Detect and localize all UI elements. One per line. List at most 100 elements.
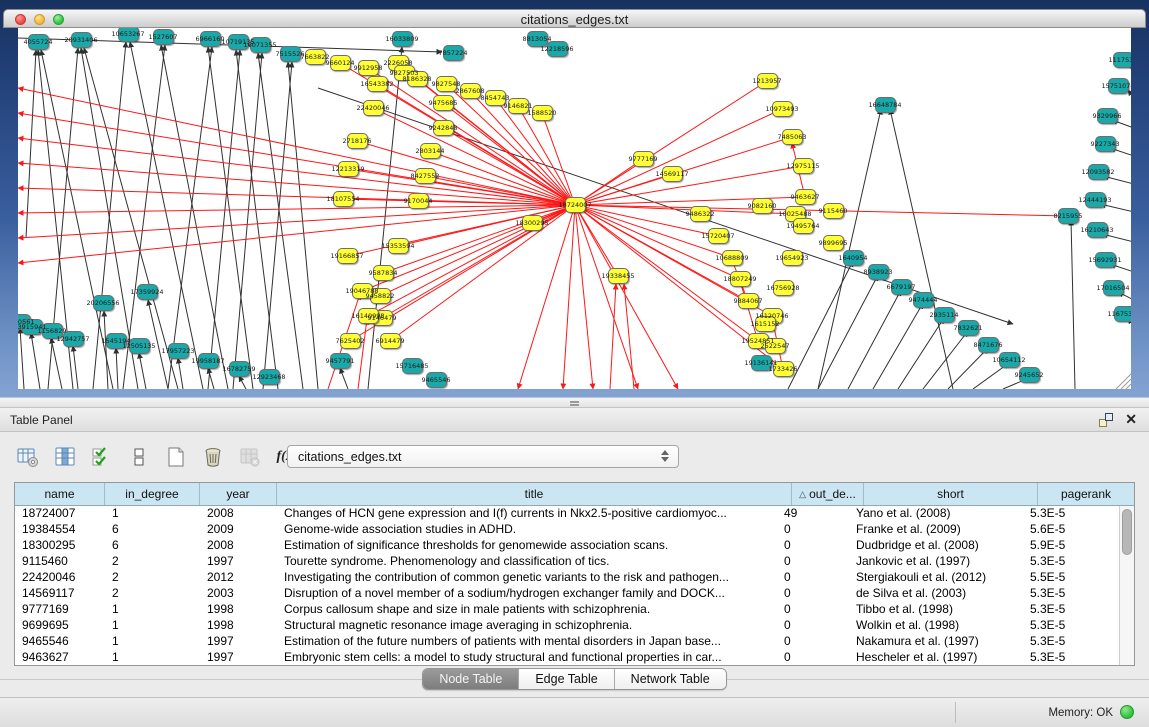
column-header-short[interactable]: short [864,483,1038,505]
table-cell: Dudbridge et al. (2008) [849,538,1023,554]
column-header-pagerank[interactable]: pagerank [1038,483,1134,505]
table-cell: 0 [777,634,849,650]
graph-edge [377,84,575,205]
table-cell: 5.3E-5 [1023,554,1119,570]
table-row[interactable]: 977716911998Corpus callosum shape and si… [15,602,1119,618]
column-visibility-icon[interactable] [53,445,77,469]
scrollbar-thumb[interactable] [1122,509,1132,555]
graph-node-label: 14569117 [655,170,688,178]
graph-node-label: 9912958 [354,64,383,72]
network-canvas[interactable]: 4055724209314061065326715276076966160107… [18,28,1131,389]
table-cell: Embryonic stem cells: a model to study s… [277,650,777,665]
table-cell: 5.6E-5 [1023,522,1119,538]
column-header-in_degree[interactable]: in_degree [105,483,200,505]
graph-node-label: 12444193 [1078,196,1111,204]
table-row[interactable]: 946554611997Estimation of the future num… [15,634,1119,650]
table-cell: 1997 [200,634,277,650]
graph-node-label: 6914479 [376,337,405,345]
graph-node-label: 18724007 [558,201,591,209]
table-row[interactable]: 1830029562008Estimation of significance … [15,538,1119,554]
table-cell: 49 [777,506,849,522]
network-window-titlebar[interactable]: citations_edges.txt [3,9,1146,28]
table-row[interactable]: 911546021997Tourette syndrome. Phenomeno… [15,554,1119,570]
graph-edge [73,346,78,389]
table-row[interactable]: 946362711997Embryonic stem cells: a mode… [15,650,1119,665]
table-cell: 1 [105,634,200,650]
graph-edge [340,368,348,389]
table-cell: Yano et al. (2008) [849,506,1023,522]
graph-node-label: 15751074 [1101,82,1131,90]
tab-network-table[interactable]: Network Table [615,669,726,689]
graph-node-label: 16071355 [243,41,276,49]
table-row[interactable]: 1938455462009Genome-wide association stu… [15,522,1119,538]
graph-node-label: 9475685 [429,99,458,107]
table-cell: 0 [777,650,849,665]
table-cell: 2 [105,554,200,570]
network-desktop: citations_edges.txt 40557242093140610653… [0,0,1149,397]
graph-edge [898,318,944,389]
table-cell: Nakamura et al. (1997) [849,634,1023,650]
graph-node-label: 16120746 [755,312,788,320]
graph-node-label: 22420046 [356,104,389,112]
tab-edge-table[interactable]: Edge Table [519,669,614,689]
graph-node-label: 12218596 [540,45,573,53]
graph-node-label: 12942757 [56,335,89,343]
table-selector-value: citations_edges.txt [298,450,402,464]
graph-node-label: 15353594 [381,242,414,250]
memory-ok-indicator-icon[interactable] [1120,705,1134,719]
float-panel-icon[interactable] [1099,413,1113,427]
table-header-row: namein_degreeyeartitle△out_de...shortpag… [15,483,1134,506]
graph-node-label: 9170044 [404,197,433,205]
tab-node-table[interactable]: Node Table [423,669,519,689]
table-cell: 5.3E-5 [1023,650,1119,665]
graph-node-label: 16756928 [766,284,799,292]
node-table: namein_degreeyeartitle△out_de...shortpag… [14,482,1135,666]
split-pane-divider[interactable] [0,397,1149,408]
column-header-year[interactable]: year [200,483,277,505]
row-height-icon[interactable] [127,445,151,469]
table-row[interactable]: 2242004622012Investigating the contribut… [15,570,1119,586]
column-header-out_de[interactable]: △out_de... [792,483,864,505]
table-row[interactable]: 969969511998Structural magnetic resonanc… [15,618,1119,634]
column-header-label: out_de... [809,487,856,501]
graph-node-label: 16033809 [385,35,418,43]
table-row[interactable]: 1456911722003Disruption of a novel membe… [15,586,1119,602]
table-cell: 5.3E-5 [1023,506,1119,522]
graph-node-label: 9463627 [791,193,820,201]
table-row[interactable]: 1872400712008Changes of HCN gene express… [15,506,1119,522]
delete-trash-icon[interactable] [201,445,225,469]
divider-grip-icon[interactable] [570,401,579,406]
graph-node-label: 7625402 [336,337,365,345]
graph-node-label: 9115460 [819,207,848,215]
table-settings-icon[interactable] [16,445,40,469]
graph-node-label: 2226058 [384,59,413,67]
graph-node-label: 16543382 [360,80,393,88]
table-cell: 1998 [200,618,277,634]
resize-grip-icon[interactable] [1126,384,1131,389]
graph-node-label: 7832621 [954,324,983,332]
table-tabbar: Node TableEdge TableNetwork Table [0,668,1149,690]
graph-edge [1071,220,1075,389]
graph-node-label: 12213319 [331,165,364,173]
table-cell: Hescheler et al. (1997) [849,650,1023,665]
graph-edge [258,53,303,389]
table-cell: 0 [777,522,849,538]
graph-edge [848,290,901,389]
table-selector-dropdown[interactable]: citations_edges.txt [287,445,679,468]
graph-node-label: 2522547 [761,342,790,350]
column-header-title[interactable]: title [277,483,792,505]
table-scrollbar[interactable] [1119,506,1134,665]
close-panel-icon[interactable]: ✕ [1125,411,1137,428]
resize-grip-icon[interactable] [1121,379,1131,389]
graph-node-label: 9899695 [819,239,848,247]
status-bar: Memory: OK [0,697,1149,727]
graph-node-label: 16782759 [222,365,255,373]
select-rows-icon[interactable] [90,445,114,469]
graph-node-label: 1527607 [149,33,178,41]
graph-node-label: 16140998 [351,312,384,320]
table-cell: 18300295 [15,538,105,554]
column-header-name[interactable]: name [15,483,105,505]
new-table-icon[interactable] [164,445,188,469]
graph-node-label: 6966160 [196,35,225,43]
graph-edge [18,188,575,205]
